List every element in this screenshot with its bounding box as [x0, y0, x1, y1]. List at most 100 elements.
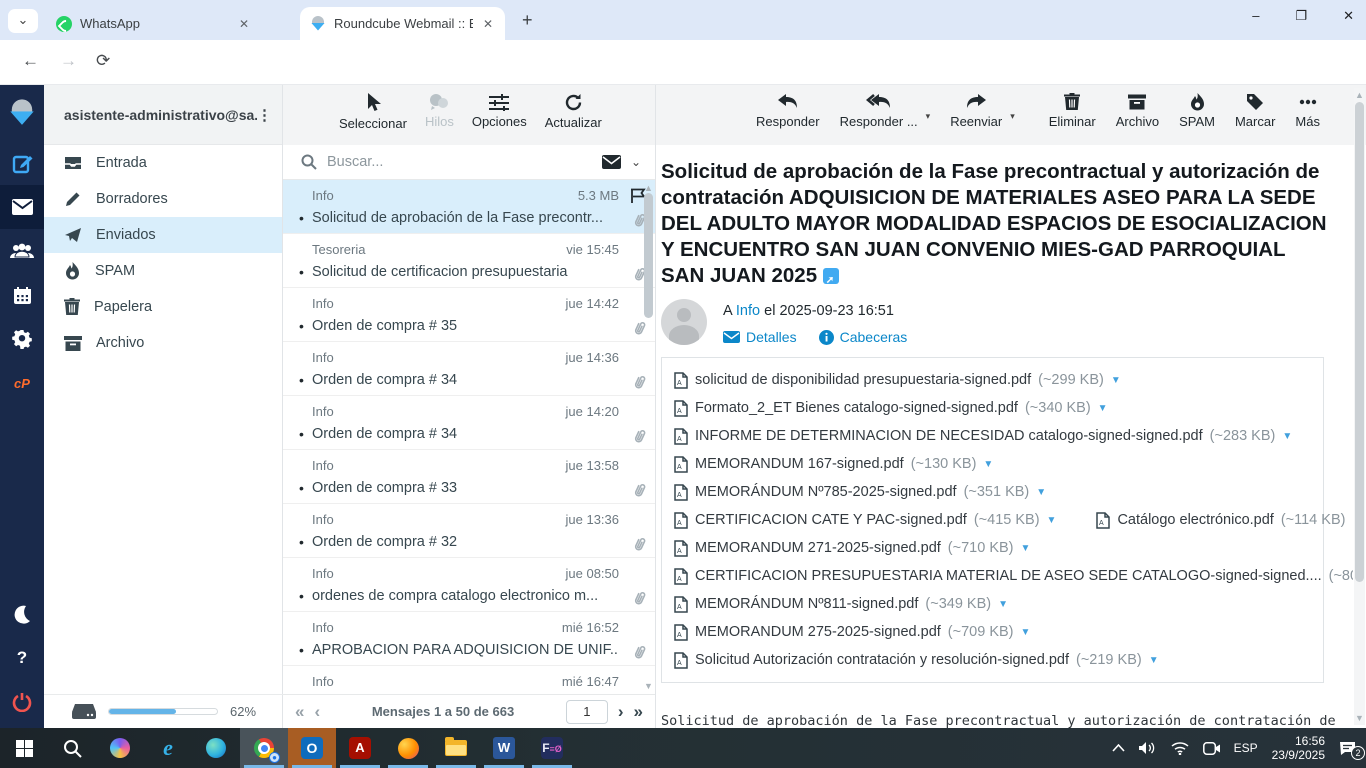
attachment-name[interactable]: Formato_2_ET Bienes catalogo-signed-sign… — [695, 400, 1018, 416]
spam-button[interactable]: SPAM — [1179, 93, 1215, 129]
copilot-icon[interactable] — [96, 728, 144, 768]
more-button[interactable]: Más — [1295, 93, 1320, 129]
attachment-menu-caret[interactable]: ▼ — [1149, 655, 1159, 666]
firefox-icon[interactable] — [384, 728, 432, 768]
acrobat-icon[interactable]: A — [336, 728, 384, 768]
settings-nav-button[interactable] — [0, 317, 44, 361]
close-window-button[interactable]: ✕ — [1343, 8, 1354, 24]
maximize-window-button[interactable]: ❐ — [1295, 8, 1307, 24]
forward-button[interactable]: Reenviar — [950, 93, 1002, 129]
message-row[interactable]: Info jue 14:42 • Orden de compra # 35 — [283, 288, 655, 342]
page-number-input[interactable]: 1 — [566, 700, 608, 724]
edge-icon[interactable] — [192, 728, 240, 768]
message-row[interactable]: Info 5.3 MB • Solicitud de aprobación de… — [283, 180, 655, 234]
attachment-name[interactable]: MEMORÁNDUM Nº785-2025-signed.pdf — [695, 484, 957, 500]
word-icon[interactable]: W — [480, 728, 528, 768]
attachment-item[interactable]: A CERTIFICACION CATE Y PAC-signed.pdf (~… — [674, 512, 1056, 529]
forward-menu-caret[interactable]: ▾ — [1010, 111, 1015, 122]
options-button[interactable]: Opciones — [472, 93, 527, 129]
volume-icon[interactable] — [1139, 741, 1157, 755]
new-tab-button[interactable]: + — [522, 10, 533, 31]
attachment-name[interactable]: MEMORANDUM 275-2025-signed.pdf — [695, 624, 941, 640]
next-page-button[interactable]: › — [618, 702, 624, 722]
back-icon[interactable]: ← — [22, 51, 39, 71]
message-row[interactable]: Tesoreria vie 15:45 • Solicitud de certi… — [283, 234, 655, 288]
message-row[interactable]: Info jue 13:58 • Orden de compra # 33 — [283, 450, 655, 504]
reload-icon[interactable]: ⟳ — [96, 51, 110, 71]
archive-button[interactable]: Archivo — [1116, 93, 1159, 129]
headers-link[interactable]: Cabeceras — [819, 329, 908, 345]
refresh-button[interactable]: Actualizar — [545, 93, 602, 130]
attachment-menu-caret[interactable]: ▼ — [1098, 403, 1108, 414]
attachment-item[interactable]: A MEMORANDUM 275-2025-signed.pdf (~709 K… — [674, 624, 1030, 641]
attachment-name[interactable]: MEMORANDUM 271-2025-signed.pdf — [695, 540, 941, 556]
message-row[interactable]: Info mié 16:47 • — [283, 666, 655, 694]
prev-page-button[interactable]: ‹ — [314, 702, 320, 722]
attachment-menu-caret[interactable]: ▼ — [1111, 375, 1121, 386]
meet-now-icon[interactable] — [1203, 742, 1220, 755]
attachment-menu-caret[interactable]: ▼ — [998, 599, 1008, 610]
internet-explorer-icon[interactable]: e — [144, 728, 192, 768]
mark-button[interactable]: Marcar — [1235, 93, 1275, 129]
message-row[interactable]: Info jue 14:20 • Orden de compra # 34 — [283, 396, 655, 450]
attachment-menu-caret[interactable]: ▼ — [1021, 627, 1031, 638]
attachment-name[interactable]: solicitud de disponibilidad presupuestar… — [695, 372, 1031, 388]
attachment-name[interactable]: INFORME DE DETERMINACION DE NECESIDAD ca… — [695, 428, 1203, 444]
search-input[interactable] — [327, 154, 592, 170]
last-page-button[interactable]: » — [634, 702, 643, 722]
tray-expand-icon[interactable] — [1112, 744, 1125, 752]
tab-roundcube[interactable]: Roundcube Webmail :: Enviados ✕ — [300, 7, 505, 40]
logout-power-icon[interactable] — [0, 680, 44, 724]
language-indicator[interactable]: ESP — [1234, 741, 1258, 755]
attachment-item[interactable]: A Solicitud Autorización contratación y … — [674, 652, 1159, 669]
attachment-name[interactable]: CERTIFICACION PRESUPUESTARIA MATERIAL DE… — [695, 568, 1322, 584]
clock[interactable]: 16:56 23/9/2025 — [1272, 734, 1325, 762]
folder-enviados[interactable]: Enviados — [44, 217, 282, 253]
attachment-name[interactable]: Catálogo electrónico.pdf — [1117, 512, 1273, 528]
details-link[interactable]: Detalles — [723, 329, 797, 345]
search-scope-mail-icon[interactable] — [602, 155, 621, 169]
attachment-item[interactable]: A Catálogo electrónico.pdf (~114 KB) ▼ — [1096, 512, 1353, 529]
wifi-icon[interactable] — [1171, 742, 1189, 755]
account-menu-icon[interactable]: ⋮ — [257, 106, 272, 124]
start-button[interactable] — [0, 728, 48, 768]
compose-button[interactable] — [0, 141, 44, 185]
outlook-icon[interactable]: O — [288, 728, 336, 768]
attachment-name[interactable]: Solicitud Autorización contratación y re… — [695, 652, 1069, 668]
attachment-item[interactable]: A INFORME DE DETERMINACION DE NECESIDAD … — [674, 428, 1292, 445]
select-button[interactable]: Seleccionar — [339, 93, 407, 131]
file-explorer-icon[interactable] — [432, 728, 480, 768]
external-link-icon[interactable] — [823, 268, 839, 284]
taskbar-search-icon[interactable] — [48, 728, 96, 768]
message-row[interactable]: Info jue 08:50 • ordenes de compra catal… — [283, 558, 655, 612]
notifications-icon[interactable]: 2 — [1339, 741, 1356, 756]
list-scrollbar-thumb[interactable] — [644, 193, 653, 318]
folder-archivo[interactable]: Archivo — [44, 325, 282, 361]
attachment-name[interactable]: MEMORÁNDUM Nº811-signed.pdf — [695, 596, 918, 612]
message-row[interactable]: Info jue 14:36 • Orden de compra # 34 — [283, 342, 655, 396]
reader-scrollbar[interactable]: ▲ ▼ — [1354, 88, 1365, 725]
reply-all-menu-caret[interactable]: ▾ — [926, 111, 931, 122]
delete-button[interactable]: Eliminar — [1049, 93, 1096, 129]
message-row[interactable]: Info jue 13:36 • Orden de compra # 32 — [283, 504, 655, 558]
attachment-menu-caret[interactable]: ▼ — [1352, 515, 1353, 526]
recipient-link[interactable]: Info — [736, 303, 760, 319]
attachment-menu-caret[interactable]: ▼ — [1036, 487, 1046, 498]
reader-scrollbar-thumb[interactable] — [1355, 102, 1364, 582]
folder-entrada[interactable]: Entrada — [44, 145, 282, 181]
attachment-menu-caret[interactable]: ▼ — [1021, 543, 1031, 554]
folder-papelera[interactable]: Papelera — [44, 289, 282, 325]
attachment-item[interactable]: A solicitud de disponibilidad presupuest… — [674, 372, 1121, 389]
contacts-nav-button[interactable] — [0, 229, 44, 273]
attachment-menu-caret[interactable]: ▼ — [1282, 431, 1292, 442]
attachment-item[interactable]: A CERTIFICACION PRESUPUESTARIA MATERIAL … — [674, 568, 1353, 585]
attachment-item[interactable]: A MEMORANDUM 271-2025-signed.pdf (~710 K… — [674, 540, 1030, 557]
minimize-window-button[interactable]: – — [1252, 8, 1259, 24]
attachment-name[interactable]: CERTIFICACION CATE Y PAC-signed.pdf — [695, 512, 967, 528]
attachment-item[interactable]: A MEMORÁNDUM Nº785-2025-signed.pdf (~351… — [674, 484, 1046, 501]
cpanel-icon[interactable]: cP — [0, 361, 44, 405]
dark-mode-icon[interactable] — [0, 592, 44, 636]
attachment-item[interactable]: A MEMORÁNDUM Nº811-signed.pdf (~349 KB) … — [674, 596, 1008, 613]
attachment-menu-caret[interactable]: ▼ — [983, 459, 993, 470]
folder-borradores[interactable]: Borradores — [44, 181, 282, 217]
